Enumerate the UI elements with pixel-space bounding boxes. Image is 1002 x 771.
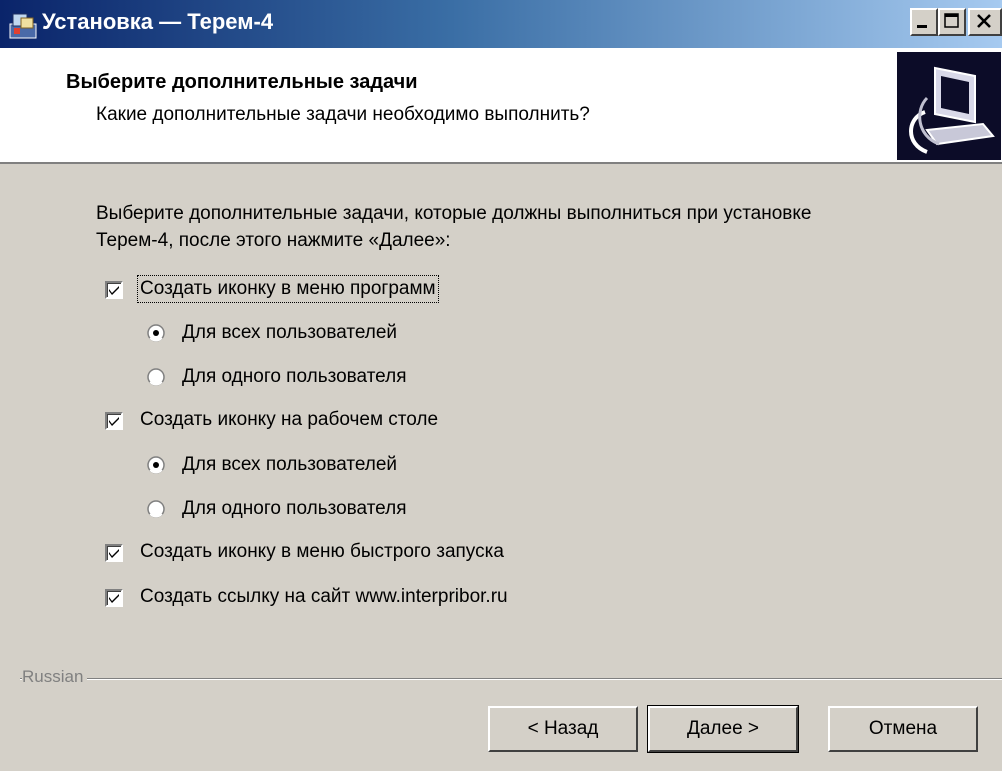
installer-window: Установка — Терем-4 Выберите дополнитель… [0, 0, 1002, 771]
radio-label-one-user-2[interactable]: Для одного пользователя [182, 498, 407, 520]
checkmark-icon [109, 286, 119, 295]
maximize-button[interactable] [938, 8, 966, 36]
title-bar[interactable]: Установка — Терем-4 [0, 0, 1002, 48]
language-label: Russian [22, 667, 88, 687]
checkmark-icon [109, 549, 119, 558]
checkmark-icon [109, 594, 119, 603]
checkbox-desktop-icon[interactable] [105, 412, 123, 430]
radio-label-all-users-2[interactable]: Для всех пользователей [182, 454, 397, 476]
radio-all-users-1[interactable] [147, 324, 165, 342]
wizard-header: Выберите дополнительные задачи Какие доп… [0, 48, 1002, 164]
page-title: Выберите дополнительные задачи [66, 71, 418, 93]
radio-dot-icon [153, 462, 159, 468]
next-button[interactable]: Далее > [647, 705, 799, 753]
checkbox-quick-launch-icon[interactable] [105, 544, 123, 562]
cancel-button-label: Отмена [868, 718, 938, 739]
checkbox-label-quick-launch-icon[interactable]: Создать иконку в меню быстрого запуска [140, 541, 504, 563]
close-button[interactable] [968, 8, 1002, 36]
description: Выберите дополнительные задачи, которые … [96, 200, 956, 254]
next-button-label: Далее > [686, 718, 760, 739]
window-title: Установка — Терем-4 [42, 9, 274, 34]
back-button[interactable]: < Назад [488, 706, 638, 752]
checkbox-website-link[interactable] [105, 589, 123, 607]
checkmark-icon [109, 417, 119, 426]
checkbox-label-program-menu-icon[interactable]: Создать иконку в меню программ [137, 275, 439, 303]
installer-icon [9, 13, 37, 39]
cancel-button[interactable]: Отмена [828, 706, 978, 752]
radio-dot-icon [153, 330, 159, 336]
maximize-icon [944, 13, 959, 28]
page-subtitle: Какие дополнительные задачи необходимо в… [96, 104, 590, 125]
computer-install-icon [897, 52, 1001, 160]
description-line-1: Выберите дополнительные задачи, которые … [96, 203, 812, 224]
back-button-label: < Назад [527, 718, 599, 739]
checkbox-label-website-link[interactable]: Создать ссылку на сайт www.interpribor.r… [140, 586, 508, 608]
checkbox-label-desktop-icon[interactable]: Создать иконку на рабочем столе [140, 409, 438, 431]
checkbox-program-menu-icon[interactable] [105, 281, 123, 299]
radio-all-users-2[interactable] [147, 456, 165, 474]
radio-label-one-user-1[interactable]: Для одного пользователя [182, 366, 407, 388]
description-line-2: Терем-4, после этого нажмите «Далее»: [96, 230, 451, 251]
close-icon [977, 14, 991, 28]
radio-one-user-2[interactable] [147, 500, 165, 518]
minimize-button[interactable] [910, 8, 938, 36]
language-separator [20, 678, 1002, 680]
radio-label-all-users-1[interactable]: Для всех пользователей [182, 322, 397, 344]
minimize-icon [917, 25, 927, 28]
radio-one-user-1[interactable] [147, 368, 165, 386]
